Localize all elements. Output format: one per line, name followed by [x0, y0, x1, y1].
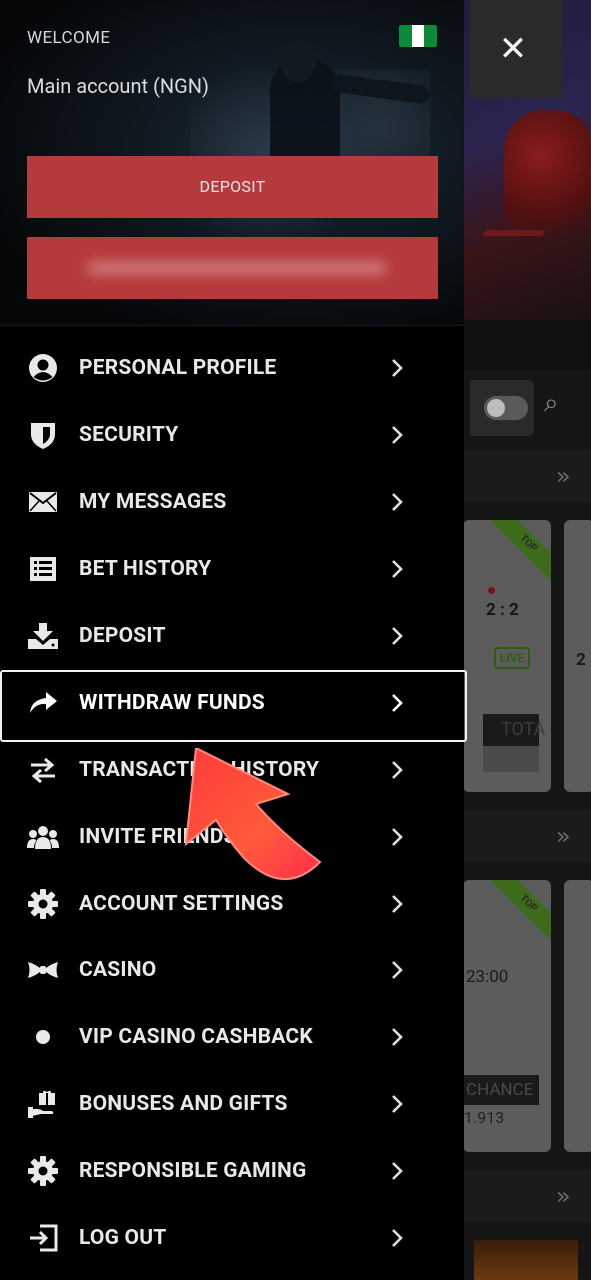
- chevron-right-icon: [386, 1026, 408, 1048]
- double-chevron-icon: »: [556, 1182, 571, 1210]
- background-section-header: [464, 450, 591, 502]
- menu-item-bet-history[interactable]: BET HISTORY: [0, 536, 464, 603]
- gift-hand-icon: [26, 1087, 60, 1121]
- chevron-right-icon: [386, 826, 408, 848]
- user-icon: [26, 351, 60, 385]
- double-chevron-icon: »: [556, 822, 571, 850]
- chevron-right-icon: [386, 893, 408, 915]
- menu-item-label: INVITE FRIENDS: [79, 824, 237, 849]
- background-match-card: [564, 880, 591, 1152]
- double-chevron-icon: »: [556, 462, 571, 490]
- nigeria-flag-icon: [399, 25, 437, 47]
- live-dot-icon: [488, 587, 495, 594]
- account-header: WELCOME Main account (NGN) DEPOSIT: [0, 0, 464, 326]
- menu-item-label: CASINO: [79, 958, 157, 983]
- download-tray-icon: [26, 619, 60, 653]
- background-section-header: [464, 1170, 591, 1222]
- menu-item-bonuses-and-gifts[interactable]: BONUSES AND GIFTS: [0, 1071, 464, 1138]
- account-name: Main account (NGN): [27, 74, 209, 98]
- menu-item-vip-casino-cashback[interactable]: VIP CASINO CASHBACK: [0, 1004, 464, 1071]
- envelope-icon: [26, 485, 60, 519]
- total-button: TOTA: [483, 714, 545, 746]
- menu-item-account-settings[interactable]: ACCOUNT SETTINGS: [0, 870, 464, 937]
- menu-item-label: SECURITY: [79, 423, 179, 448]
- withdraw-button-blurred[interactable]: [27, 237, 438, 299]
- background-band: [464, 320, 591, 370]
- users-icon: [26, 820, 60, 854]
- chevron-right-icon: [386, 692, 408, 714]
- dot-icon: [26, 1020, 60, 1054]
- deposit-button[interactable]: DEPOSIT: [27, 156, 438, 218]
- menu-item-deposit[interactable]: DEPOSIT: [0, 603, 464, 670]
- menu-item-security[interactable]: SECURITY: [0, 402, 464, 469]
- menu-item-my-messages[interactable]: MY MESSAGES: [0, 469, 464, 536]
- odds-value: 1.913: [464, 1108, 505, 1127]
- chevron-right-icon: [386, 1093, 408, 1115]
- background-casino-tile: [474, 1240, 578, 1280]
- gear-icon: [26, 1154, 60, 1188]
- menu-item-label: TRANSACTION HISTORY: [79, 757, 320, 782]
- swap-arrows-icon: [26, 753, 60, 787]
- menu-item-label: ACCOUNT SETTINGS: [79, 891, 284, 916]
- chevron-right-icon: [386, 491, 408, 513]
- bowtie-icon: [26, 953, 60, 987]
- chevron-right-icon: [386, 1160, 408, 1182]
- menu-item-transaction-history[interactable]: TRANSACTION HISTORY: [0, 736, 464, 803]
- menu-item-label: MY MESSAGES: [79, 490, 227, 515]
- account-menu: PERSONAL PROFILE SECURITY MY MESSAGES BE…: [0, 335, 464, 1271]
- gear-icon: [26, 887, 60, 921]
- menu-item-personal-profile[interactable]: PERSONAL PROFILE: [0, 335, 464, 402]
- match-score: 2 : 2: [486, 600, 519, 620]
- menu-item-label: BONUSES AND GIFTS: [79, 1092, 288, 1117]
- menu-item-label: PERSONAL PROFILE: [79, 356, 277, 381]
- menu-item-responsible-gaming[interactable]: RESPONSIBLE GAMING: [0, 1138, 464, 1205]
- odds-cell: [483, 746, 539, 772]
- menu-item-log-out[interactable]: LOG OUT: [0, 1205, 464, 1272]
- welcome-label: WELCOME: [27, 28, 111, 48]
- background-section-header: [464, 810, 591, 862]
- match-time: 23:00: [466, 967, 509, 987]
- list-icon: [26, 552, 60, 586]
- chance-button: CHANCE: [464, 1075, 539, 1105]
- live-badge: LIVE: [494, 647, 530, 669]
- chevron-right-icon: [386, 558, 408, 580]
- menu-item-label: BET HISTORY: [79, 557, 212, 582]
- menu-item-label: WITHDRAW FUNDS: [79, 690, 265, 715]
- menu-item-invite-friends[interactable]: INVITE FRIENDS: [0, 803, 464, 870]
- chevron-right-icon: [386, 959, 408, 981]
- menu-item-label: LOG OUT: [79, 1226, 167, 1251]
- logout-icon: [26, 1221, 60, 1255]
- chevron-right-icon: [386, 1227, 408, 1249]
- background-toggle: [484, 396, 528, 420]
- side-menu-drawer: WELCOME Main account (NGN) DEPOSIT PERSO…: [0, 0, 464, 1280]
- share-arrow-icon: [26, 686, 60, 720]
- menu-item-label: VIP CASINO CASHBACK: [79, 1025, 313, 1050]
- chevron-right-icon: [386, 424, 408, 446]
- top-ribbon: TOP: [489, 520, 551, 583]
- menu-item-label: RESPONSIBLE GAMING: [79, 1159, 307, 1184]
- top-ribbon: TOP: [489, 880, 551, 943]
- close-icon[interactable]: ✕: [490, 26, 536, 72]
- menu-item-casino[interactable]: CASINO: [0, 937, 464, 1004]
- chevron-right-icon: [386, 625, 408, 647]
- chevron-right-icon: [386, 357, 408, 379]
- side-digit: 2: [576, 650, 586, 670]
- chevron-right-icon: [386, 759, 408, 781]
- search-icon: ⌕: [544, 388, 559, 418]
- menu-item-withdraw-funds[interactable]: WITHDRAW FUNDS: [0, 669, 464, 736]
- shield-icon: [26, 418, 60, 452]
- menu-item-label: DEPOSIT: [79, 624, 166, 648]
